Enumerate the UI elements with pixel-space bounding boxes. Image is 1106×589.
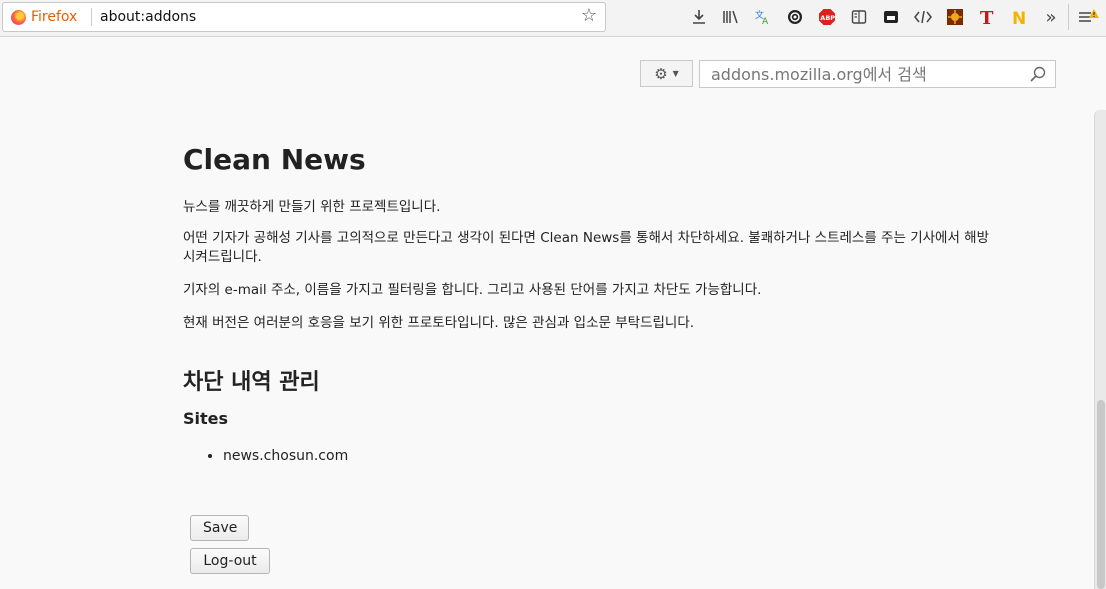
addon-description-2: 어떤 기자가 공해성 기사를 고의적으로 만든다고 생각이 된다면 Clean … <box>183 230 990 265</box>
translate-icon[interactable]: 文A <box>752 6 774 28</box>
pocket-icon[interactable] <box>784 6 806 28</box>
adblock-plus-icon[interactable]: ABP <box>816 6 838 28</box>
save-button[interactable]: Save <box>190 515 249 541</box>
addons-search-input[interactable] <box>700 61 1031 87</box>
menu-icon[interactable] <box>1077 6 1099 28</box>
svg-text:N: N <box>1012 9 1026 26</box>
firefox-icon <box>11 9 26 25</box>
block-history-heading: 차단 내역 관리 <box>183 370 320 395</box>
logout-button[interactable]: Log-out <box>190 548 270 574</box>
scrollbar-thumb[interactable] <box>1097 400 1105 589</box>
devtools-icon[interactable] <box>912 6 934 28</box>
extension-t-icon[interactable]: T <box>976 6 998 28</box>
addon-description-3: 기자의 e-mail 주소, 이름을 가지고 필터링을 합니다. 그리고 사용된… <box>183 282 762 298</box>
screenshot-icon[interactable] <box>880 6 902 28</box>
extension-n-icon[interactable]: N <box>1008 6 1030 28</box>
url-separator <box>91 8 92 26</box>
identity-label: Firefox <box>31 9 78 25</box>
tools-gear-button[interactable]: ⚙ ▼ <box>640 60 693 87</box>
overflow-icon[interactable]: » <box>1040 6 1062 28</box>
addons-search-box[interactable] <box>699 60 1056 88</box>
svg-text:A: A <box>762 17 769 26</box>
sites-heading: Sites <box>183 409 229 428</box>
bookmark-star-icon[interactable]: ☆ <box>581 6 597 26</box>
list-item: news.chosun.com <box>223 446 348 466</box>
sites-list: news.chosun.com <box>205 446 348 466</box>
toolbar-separator <box>1068 4 1069 30</box>
download-icon[interactable] <box>688 6 710 28</box>
reader-view-icon[interactable] <box>848 6 870 28</box>
browser-toolbar: Firefox about:addons ☆ 文A ABP T N » <box>0 0 1106 37</box>
addon-description-1: 뉴스를 깨끗하게 만들기 위한 프로젝트입니다. <box>183 199 441 215</box>
chevron-down-icon: ▼ <box>672 69 679 78</box>
addon-description-4: 현재 버전은 여러분의 호응을 보기 위한 프로토타입니다. 많은 관심과 입소… <box>183 315 695 331</box>
url-text[interactable]: about:addons <box>100 9 196 25</box>
addon-title: Clean News <box>183 143 366 176</box>
gear-icon: ⚙ <box>654 64 668 83</box>
url-bar[interactable]: Firefox about:addons ☆ <box>2 2 606 32</box>
extension-sun-icon[interactable] <box>944 6 966 28</box>
library-icon[interactable] <box>720 6 742 28</box>
search-icon[interactable] <box>1029 65 1047 87</box>
identity-box[interactable]: Firefox <box>11 8 77 26</box>
svg-text:T: T <box>980 8 994 26</box>
svg-text:ABP: ABP <box>820 14 835 22</box>
